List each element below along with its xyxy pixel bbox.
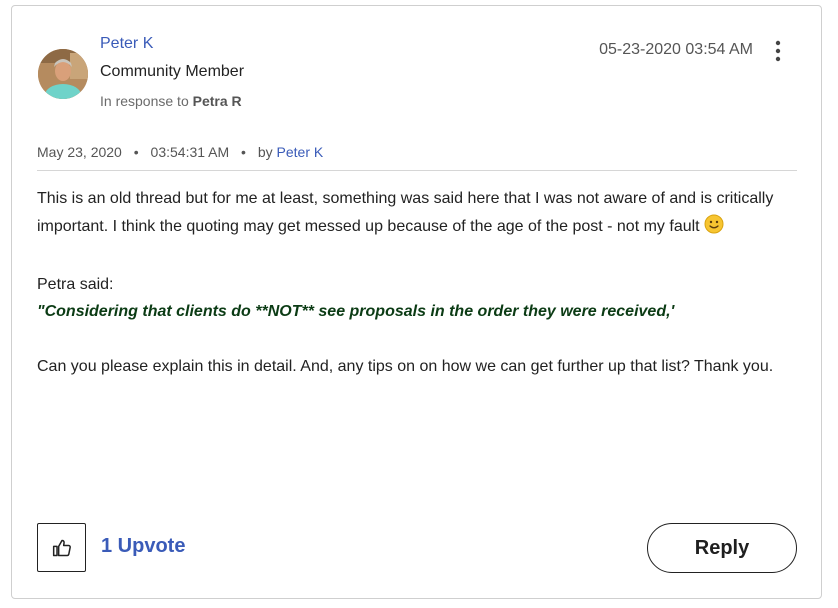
meta-separator: •: [241, 144, 246, 160]
meta-date: May 23, 2020: [37, 144, 122, 160]
meta-time: 03:54:31 AM: [150, 144, 230, 160]
meta-separator: •: [133, 144, 139, 160]
in-response-prefix: In response to: [100, 93, 189, 109]
meta-by-label: by: [257, 144, 273, 160]
author-avatar[interactable]: [38, 49, 88, 99]
body-paragraph: This is an old thread but for me at leas…: [37, 185, 802, 243]
meta-by-user-link[interactable]: Peter K: [277, 144, 324, 160]
body-paragraph: Can you please explain this in detail. A…: [37, 358, 774, 375]
kebab-menu-icon[interactable]: [773, 40, 783, 62]
in-response-line: In response to Petra R: [100, 93, 242, 109]
thumbs-up-icon: [52, 539, 71, 556]
post-meta-line: May 23, 2020 • 03:54:31 AM • by Peter K: [37, 144, 323, 160]
body-text: This is an old thread but for me at leas…: [37, 190, 774, 235]
quote-intro: Petra said:: [37, 275, 114, 293]
upvote-button[interactable]: [37, 523, 86, 572]
in-response-target-link[interactable]: Petra R: [193, 93, 242, 109]
reply-button[interactable]: Reply: [647, 523, 797, 573]
divider: [37, 170, 797, 171]
author-name-link[interactable]: Peter K: [100, 35, 153, 53]
author-rank: Community Member: [100, 63, 245, 80]
avatar-photo: [38, 49, 88, 99]
post-datetime: 05-23-2020 03:54 AM: [599, 41, 753, 58]
forum-post-card: Peter K Community Member In response to …: [11, 5, 822, 599]
slightly-smiling-face-emoji-icon: [704, 214, 724, 244]
post-body: This is an old thread but for me at leas…: [37, 185, 802, 381]
upvote-count-link[interactable]: 1 Upvote: [101, 535, 185, 558]
quote-text: "Considering that clients do **NOT** see…: [37, 303, 675, 320]
